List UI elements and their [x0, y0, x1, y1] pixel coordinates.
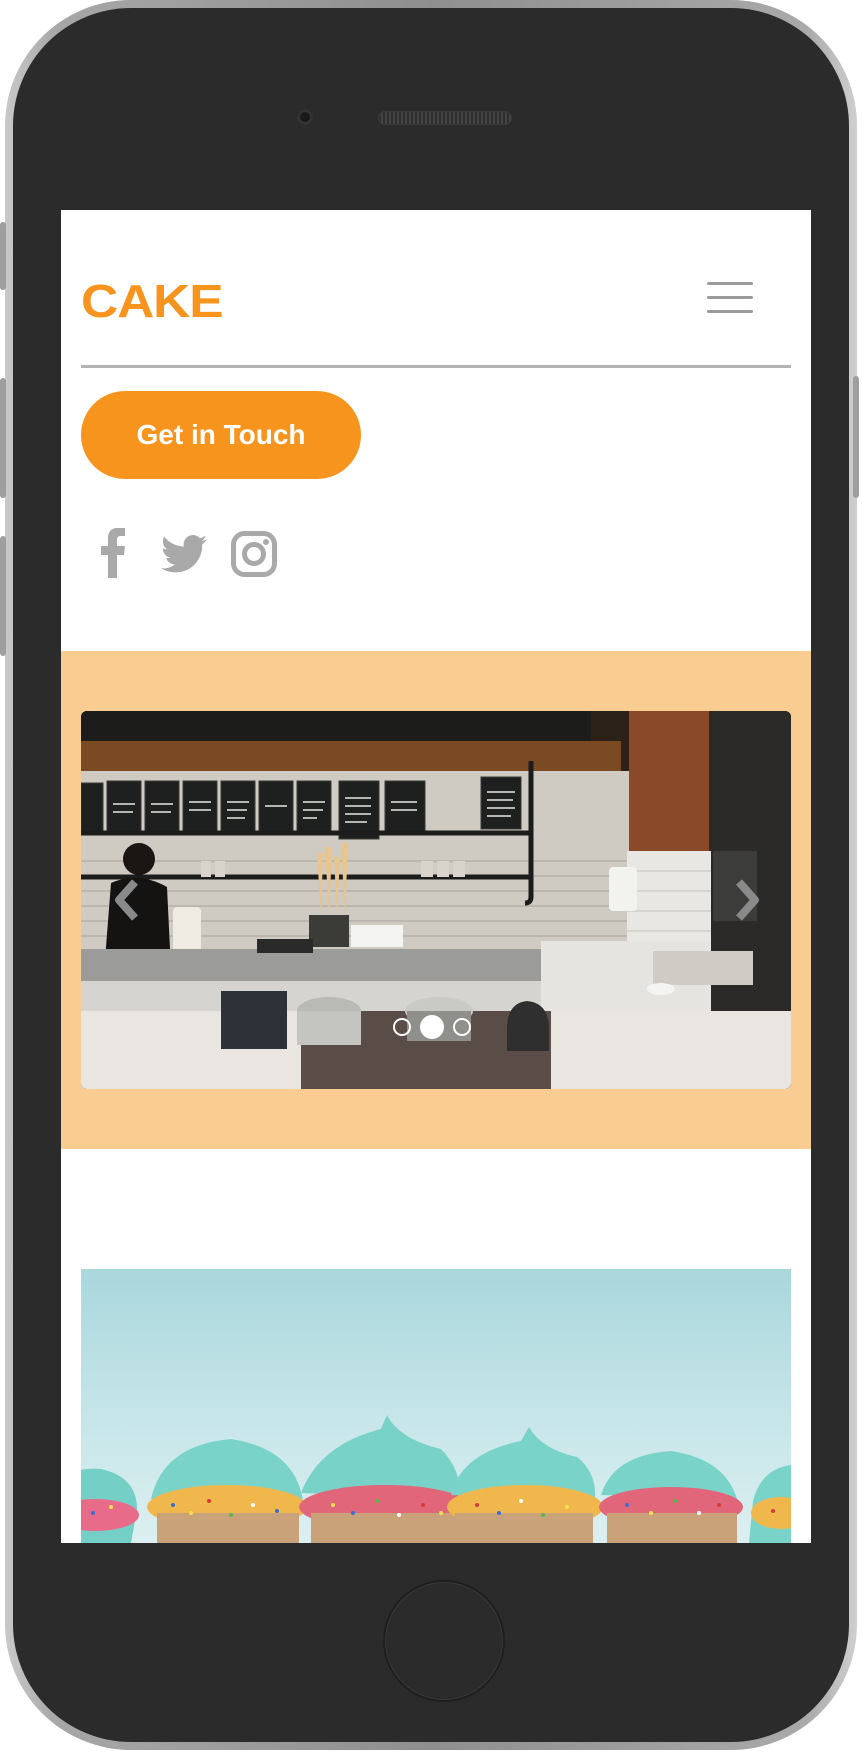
- chevron-right-icon[interactable]: [727, 876, 767, 924]
- power-button: [853, 376, 859, 498]
- phone-frame: CAKE Get in Touch: [0, 0, 859, 1750]
- carousel-dot-1[interactable]: [393, 1018, 411, 1036]
- site-logo[interactable]: CAKE: [81, 274, 224, 328]
- home-button[interactable]: [383, 1580, 505, 1702]
- volume-down-button: [0, 536, 6, 656]
- header-divider: [81, 365, 791, 368]
- twitter-icon[interactable]: [161, 528, 207, 580]
- carousel-dot-3[interactable]: [453, 1018, 471, 1036]
- hamburger-menu-icon[interactable]: [707, 282, 753, 318]
- silent-switch: [0, 222, 6, 290]
- carousel-section: [61, 651, 811, 1149]
- cupcakes-photo: [81, 1269, 791, 1543]
- volume-up-button: [0, 378, 6, 498]
- get-in-touch-button[interactable]: Get in Touch: [81, 391, 361, 479]
- screen: CAKE Get in Touch: [61, 210, 811, 1543]
- front-camera: [297, 109, 313, 125]
- carousel-dot-2-active[interactable]: [420, 1015, 444, 1039]
- facebook-icon[interactable]: [99, 528, 127, 580]
- chevron-left-icon[interactable]: [107, 876, 147, 924]
- earpiece-speaker: [378, 111, 512, 125]
- image-carousel[interactable]: [81, 711, 791, 1089]
- instagram-icon[interactable]: [231, 528, 277, 580]
